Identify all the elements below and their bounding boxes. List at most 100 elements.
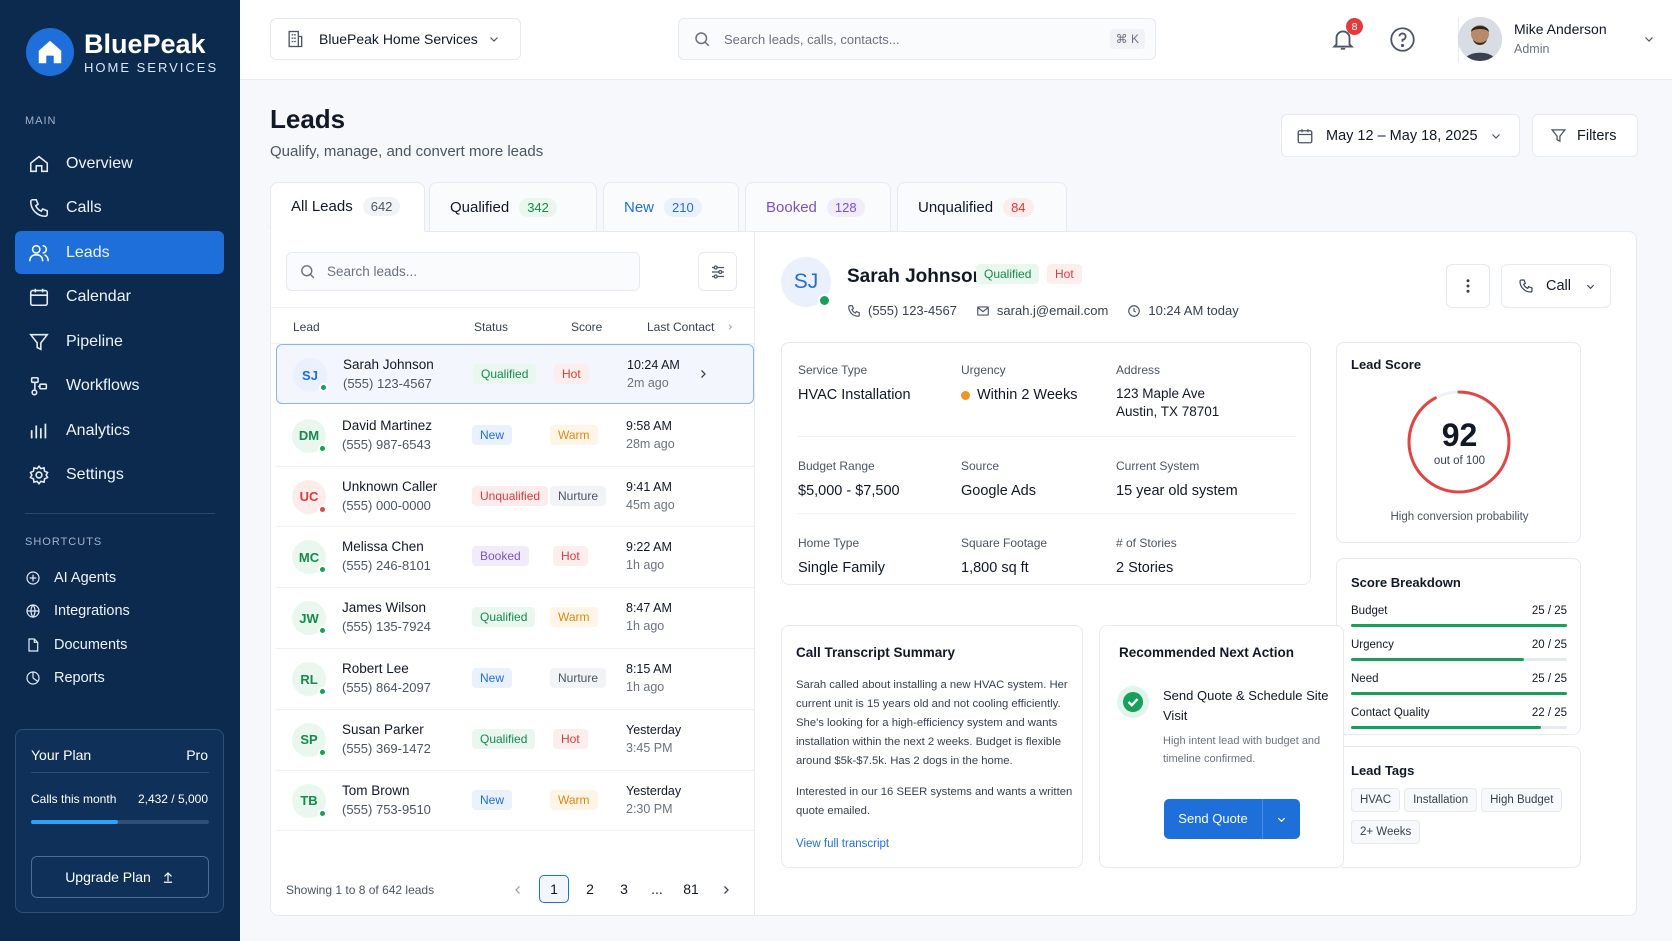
page-button[interactable]: 3 — [609, 875, 639, 903]
lead-detail: SJ Sarah Johnson Qualified Hot (555) 123… — [756, 232, 1636, 915]
search-icon — [695, 32, 710, 47]
home-logo-icon — [26, 28, 74, 76]
company-selector[interactable]: BluePeak Home Services — [270, 18, 521, 60]
tab-label: Qualified — [450, 199, 510, 216]
send-quote-button[interactable]: Send Quote — [1164, 799, 1300, 839]
integrations-icon — [26, 604, 40, 619]
breakdown-value: 22 / 25 — [1531, 707, 1567, 719]
lead-score-caption: High conversion probability — [1390, 511, 1529, 523]
global-search-input[interactable]: Search leads, calls, contacts... ⌘ K — [678, 18, 1156, 60]
column-header-score[interactable]: Score — [571, 320, 602, 334]
sidebar-item-calls[interactable]: Calls — [15, 187, 224, 230]
lead-info-card: Service Type HVAC Installation Urgency W… — [781, 342, 1311, 585]
status-badge: Unqualified — [472, 485, 549, 506]
lead-score-card: Lead Score 92 out of 100 High conversion… — [1336, 342, 1581, 543]
lead-tag[interactable]: Installation — [1404, 788, 1478, 812]
detail-email[interactable]: sarah.j@email.com — [997, 303, 1108, 318]
lead-name: Susan Parker — [342, 721, 424, 737]
shortcut-label: Integrations — [54, 603, 130, 620]
column-header-last-contact[interactable]: Last Contact — [647, 320, 714, 334]
status-dot — [318, 504, 327, 514]
plan-card: Your Plan Pro Calls this month 2,432 / 5… — [15, 729, 224, 913]
shortcut-reports[interactable]: Reports — [15, 662, 224, 696]
lead-initials: JW — [299, 610, 319, 626]
page-button[interactable]: 2 — [575, 875, 605, 903]
more-options-button[interactable] — [1446, 264, 1490, 308]
next-action-description: High intent lead with budget and timelin… — [1163, 735, 1321, 765]
page-button[interactable]: 81 — [676, 875, 706, 903]
view-full-transcript-link[interactable]: View full transcript — [796, 838, 889, 850]
plan-usage-bar — [31, 820, 209, 824]
lead-tags-title: Lead Tags — [1351, 763, 1415, 778]
detail-avatar: SJ — [781, 257, 831, 307]
sidebar-item-analytics[interactable]: Analytics — [15, 409, 224, 452]
page-button[interactable]: 1 — [539, 875, 569, 903]
lead-name: Robert Lee — [342, 661, 409, 676]
notifications-button[interactable]: 8 — [1330, 18, 1363, 54]
sidebar-item-pipeline[interactable]: Pipeline — [15, 320, 224, 363]
table-row[interactable]: UC Unknown Caller (555) 000-0000 Unqualifie… — [276, 467, 754, 528]
table-row[interactable]: TB Tom Brown (555) 753-9510 New Warm Yesterda… — [276, 771, 754, 832]
table-row[interactable]: DM David Martinez (555) 987-6543 New Warm 9:5… — [276, 406, 754, 467]
filters-button[interactable]: Filters — [1532, 114, 1638, 157]
leads-list: Search leads... Lead Status Score Last C… — [271, 232, 755, 915]
lead-initials: RL — [300, 671, 318, 687]
help-icon[interactable] — [1389, 26, 1416, 53]
next-action-card: Recommended Next Action Send Quote & Sch… — [1099, 625, 1344, 868]
user-menu[interactable]: Mike Anderson Admin — [1458, 17, 1658, 63]
table-row[interactable]: JW James Wilson (555) 135-7924 Qualified War… — [276, 588, 754, 649]
tab-unqualified[interactable]: Unqualified 84 — [897, 182, 1067, 232]
detail-phone[interactable]: (555) 123-4567 — [868, 303, 957, 318]
notification-badge: 8 — [1346, 18, 1363, 35]
table-row[interactable]: SP Susan Parker (555) 369-1472 Qualified Hot… — [276, 710, 754, 771]
table-row[interactable]: RL Robert Lee (555) 864-2097 New Nurture 8:15… — [276, 649, 754, 710]
tab-all-leads[interactable]: All Leads 642 — [270, 182, 425, 232]
tab-new[interactable]: New 210 — [603, 182, 739, 232]
next-action-title: Recommended Next Action — [1119, 645, 1295, 660]
column-header-status[interactable]: Status — [474, 320, 508, 334]
call-button[interactable]: Call — [1501, 264, 1611, 308]
lead-name: James Wilson — [342, 600, 427, 616]
search-shortcut-hint: ⌘ K — [1109, 29, 1145, 49]
lead-tag[interactable]: 2+ Weeks — [1351, 820, 1421, 844]
column-header-lead[interactable]: Lead — [293, 320, 320, 334]
breakdown-label: Urgency — [1351, 639, 1394, 651]
prev-page-icon[interactable] — [512, 884, 524, 896]
lead-tag[interactable]: HVAC — [1351, 788, 1401, 812]
shortcut-ai-agents[interactable]: AI Agents — [15, 561, 224, 595]
tab-booked[interactable]: Booked 128 — [745, 182, 891, 232]
brand-logo[interactable]: BluePeak HOME SERVICES — [26, 28, 218, 76]
next-page-icon[interactable] — [720, 884, 732, 896]
lead-initials: SJ — [302, 367, 318, 383]
table-row[interactable]: SJ Sarah Johnson (555) 123-4567 Qualified Ho… — [276, 344, 754, 404]
date-range-picker[interactable]: May 12 – May 18, 2025 — [1281, 114, 1520, 157]
sidebar-item-calendar[interactable]: Calendar — [15, 276, 224, 319]
field-stories: 2 Stories — [1116, 560, 1174, 576]
chevron-down-icon — [1645, 37, 1653, 42]
date-range-label: May 12 – May 18, 2025 — [1326, 127, 1478, 144]
tab-count: 342 — [519, 198, 557, 217]
sidebar-item-leads[interactable]: Leads — [15, 231, 224, 274]
status-dot — [318, 443, 327, 453]
shortcut-documents[interactable]: Documents — [15, 628, 224, 662]
table-row[interactable]: MC Melissa Chen (555) 246-8101 Booked Hot 9:2… — [276, 527, 754, 589]
breakdown-bar — [1351, 658, 1567, 661]
upgrade-plan-button[interactable]: Upgrade Plan — [31, 856, 209, 898]
breakdown-value: 25 / 25 — [1531, 673, 1567, 685]
tab-qualified[interactable]: Qualified 342 — [429, 182, 597, 232]
sidebar-item-overview[interactable]: Overview — [15, 142, 224, 185]
lead-score-title: Lead Score — [1351, 357, 1422, 372]
clock-icon — [1128, 304, 1141, 317]
list-settings-button[interactable] — [698, 252, 737, 291]
score-badge: Hot — [553, 546, 588, 567]
lead-tag[interactable]: High Budget — [1481, 788, 1563, 812]
breakdown-bar-fill — [1351, 692, 1567, 695]
lead-phone: (555) 000-0000 — [342, 497, 431, 513]
leads-search-input[interactable]: Search leads... — [286, 252, 640, 291]
shortcut-integrations[interactable]: Integrations — [15, 595, 224, 629]
lead-phone: (555) 864-2097 — [342, 680, 431, 695]
sidebar-item-workflows[interactable]: Workflows — [15, 365, 224, 408]
score-breakdown-item: Urgency 20 / 25 — [1351, 639, 1567, 673]
send-quote-dropdown[interactable] — [1262, 799, 1300, 839]
sidebar-item-settings[interactable]: Settings — [15, 454, 224, 497]
